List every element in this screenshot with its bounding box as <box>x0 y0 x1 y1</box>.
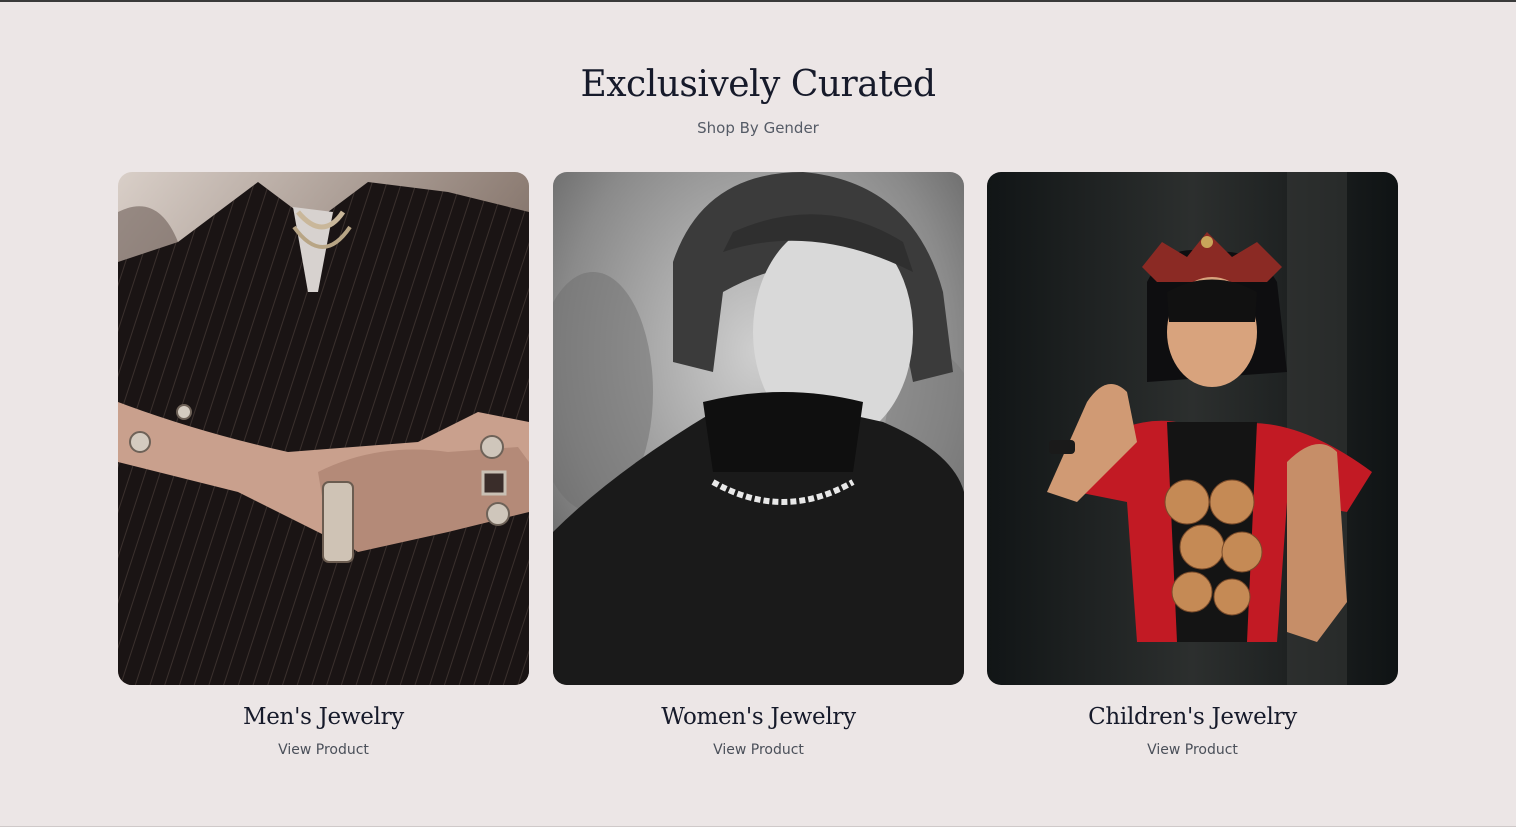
category-card-men[interactable]: Men's Jewelry View Product <box>118 172 529 758</box>
section-subtitle: Shop By Gender <box>697 119 819 137</box>
men-photo-illustration <box>118 172 529 685</box>
top-border <box>0 0 1516 2</box>
women-photo-illustration <box>553 172 964 685</box>
section-title: Exclusively Curated <box>580 64 936 105</box>
children-photo-illustration <box>987 172 1398 685</box>
card-title: Children's Jewelry <box>1088 704 1297 730</box>
women-jewelry-image[interactable] <box>553 172 964 685</box>
card-title: Men's Jewelry <box>243 704 404 730</box>
category-card-women[interactable]: Women's Jewelry View Product <box>553 172 964 758</box>
men-jewelry-image[interactable] <box>118 172 529 685</box>
children-jewelry-image[interactable] <box>987 172 1398 685</box>
view-product-link[interactable]: View Product <box>553 742 964 758</box>
card-title: Women's Jewelry <box>661 704 856 730</box>
view-product-link[interactable]: View Product <box>118 742 529 758</box>
view-product-link[interactable]: View Product <box>987 742 1398 758</box>
category-card-children[interactable]: Children's Jewelry View Product <box>987 172 1398 758</box>
